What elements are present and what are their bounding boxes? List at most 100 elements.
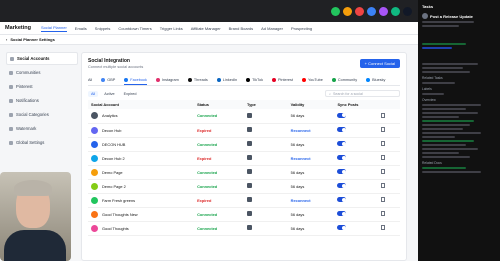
platform-label: YouTube (307, 78, 323, 82)
table-row[interactable]: DECON HUB Connected 56 days (88, 137, 400, 151)
toolbar-app-icon[interactable] (355, 6, 364, 16)
search-input[interactable]: ⌕ Search for a social (325, 90, 400, 97)
table-row[interactable]: Farm Fresh greens Expired Reconnect (88, 193, 400, 207)
nav-item[interactable]: Snippets (95, 26, 111, 31)
trash-icon[interactable] (381, 211, 386, 216)
nav-item[interactable]: Emails (75, 26, 87, 31)
sync-cell (334, 193, 378, 207)
column-header: Social Account (91, 102, 119, 107)
sidebar-item[interactable]: Social Categories (6, 108, 78, 121)
status-cell: Connected (194, 109, 244, 123)
type-cell (244, 109, 288, 123)
nav-item[interactable]: Ad Manager (261, 26, 283, 31)
sync-posts-toggle[interactable] (337, 225, 347, 230)
account-cell: Decon Hub (88, 123, 194, 137)
status-badge: Expired (197, 155, 212, 161)
validity-text: 56 days (290, 225, 305, 231)
sidebar-item-icon (10, 56, 14, 61)
sidebar-item[interactable]: Watermark (6, 122, 78, 135)
status-badge: Connected (197, 141, 218, 147)
accounts-table: Social Account Status Type Validity Sync Pos… (88, 100, 400, 236)
platform-icon (246, 78, 251, 82)
toolbar-app-icon[interactable] (367, 6, 376, 16)
table-header-row: Social Account Status Type Validity Sync Pos… (88, 100, 400, 109)
reconnect-link[interactable]: Reconnect (291, 128, 311, 133)
tab-platform[interactable]: All (88, 78, 92, 84)
sidebar-item[interactable]: Global Settings (6, 136, 78, 149)
tab-platform[interactable]: GBP (101, 78, 115, 84)
text-line (422, 167, 467, 169)
account-cell: Good Thoughts (88, 221, 194, 235)
person-shirt (4, 230, 66, 261)
tab-platform[interactable]: Pinterest (271, 78, 293, 84)
status-cell: Expired (194, 193, 244, 207)
tab-platform[interactable]: Community (331, 78, 357, 84)
text-line (422, 25, 459, 27)
table-row[interactable]: Demo Page 2 Connected 56 days (88, 179, 400, 193)
nav-item[interactable]: Countdown Timers (118, 26, 151, 31)
toolbar-app-icon[interactable] (403, 6, 412, 16)
toolbar-app-icon[interactable] (391, 6, 400, 16)
sync-posts-toggle[interactable] (337, 127, 347, 132)
trash-icon[interactable] (381, 141, 386, 146)
tab-platform[interactable]: Instagram (155, 78, 179, 84)
table-row[interactable]: Decon Hub Expired Reconnect (88, 123, 400, 137)
account-info: Good Thoughts New (91, 210, 194, 218)
type-cell (244, 151, 288, 165)
table-row[interactable]: Good Thoughts New Connected 56 days (88, 207, 400, 221)
filter-button[interactable]: All (88, 90, 99, 97)
actions-cell (378, 193, 400, 207)
tab-platform[interactable]: Threads (187, 78, 208, 84)
nav-item[interactable]: Trigger Links (160, 26, 183, 31)
tab-platform[interactable]: Facebook (124, 77, 147, 85)
person-hair (14, 180, 52, 196)
sync-posts-toggle[interactable] (337, 211, 347, 216)
trash-icon[interactable] (381, 112, 386, 118)
trash-icon[interactable] (381, 183, 386, 188)
trash-icon[interactable] (381, 169, 386, 174)
tab-platform[interactable]: YouTube (301, 78, 323, 84)
text-line (422, 63, 478, 65)
column-header-actions (378, 100, 400, 109)
trash-icon[interactable] (381, 225, 386, 230)
back-arrow-icon[interactable]: ‹ (6, 37, 7, 42)
sync-posts-toggle[interactable] (337, 155, 347, 160)
status-cell: Expired (194, 123, 244, 137)
connect-social-button[interactable]: + Connect Social (359, 59, 400, 68)
reconnect-link[interactable]: Reconnect (291, 156, 311, 161)
sync-posts-toggle[interactable] (337, 183, 347, 188)
trash-icon[interactable] (381, 155, 386, 160)
toolbar-app-icon[interactable] (331, 6, 340, 16)
sidebar-item[interactable]: Notifications (6, 94, 78, 107)
platform-icon (271, 78, 276, 82)
tab-platform[interactable]: TikTok (246, 78, 263, 84)
table-row[interactable]: Demo Page Connected 56 days (88, 165, 400, 179)
filter-button[interactable]: Active (101, 91, 117, 97)
table-row[interactable]: Decon Hub 2 Expired Reconnect (88, 151, 400, 165)
nav-item[interactable]: Affiliate Manager (191, 26, 221, 31)
trash-icon[interactable] (381, 127, 386, 132)
filter-button[interactable]: Expired (121, 91, 140, 97)
sync-posts-toggle[interactable] (337, 112, 347, 118)
nav-item[interactable]: Brand Boards (229, 26, 253, 31)
validity-cell: 56 days (288, 221, 335, 235)
table-row[interactable]: Good Thoughts Connected 56 days (88, 221, 400, 235)
sidebar-item[interactable]: Social Accounts (6, 52, 78, 65)
toolbar-app-icon[interactable] (343, 6, 352, 16)
tab-platform[interactable]: Bluesky (366, 78, 385, 84)
text-line (422, 132, 482, 134)
account-name: Analytics (102, 113, 118, 119)
reconnect-link[interactable]: Reconnect (291, 198, 311, 203)
sync-posts-toggle[interactable] (337, 141, 347, 146)
sync-posts-toggle[interactable] (337, 197, 347, 202)
table-row[interactable]: Analytics Connected 56 days (88, 109, 400, 123)
validity-text: 56 days (290, 169, 305, 175)
trash-icon[interactable] (381, 197, 386, 202)
nav-item[interactable]: Social Planner (40, 25, 67, 32)
tab-platform[interactable]: LinkedIn (216, 78, 237, 84)
toolbar-app-icon[interactable] (379, 6, 388, 16)
sync-posts-toggle[interactable] (337, 169, 347, 174)
nav-item[interactable]: Prospecting (291, 26, 312, 31)
sidebar-item[interactable]: Communities (6, 66, 78, 79)
sidebar-item[interactable]: Pinterest (6, 80, 78, 93)
